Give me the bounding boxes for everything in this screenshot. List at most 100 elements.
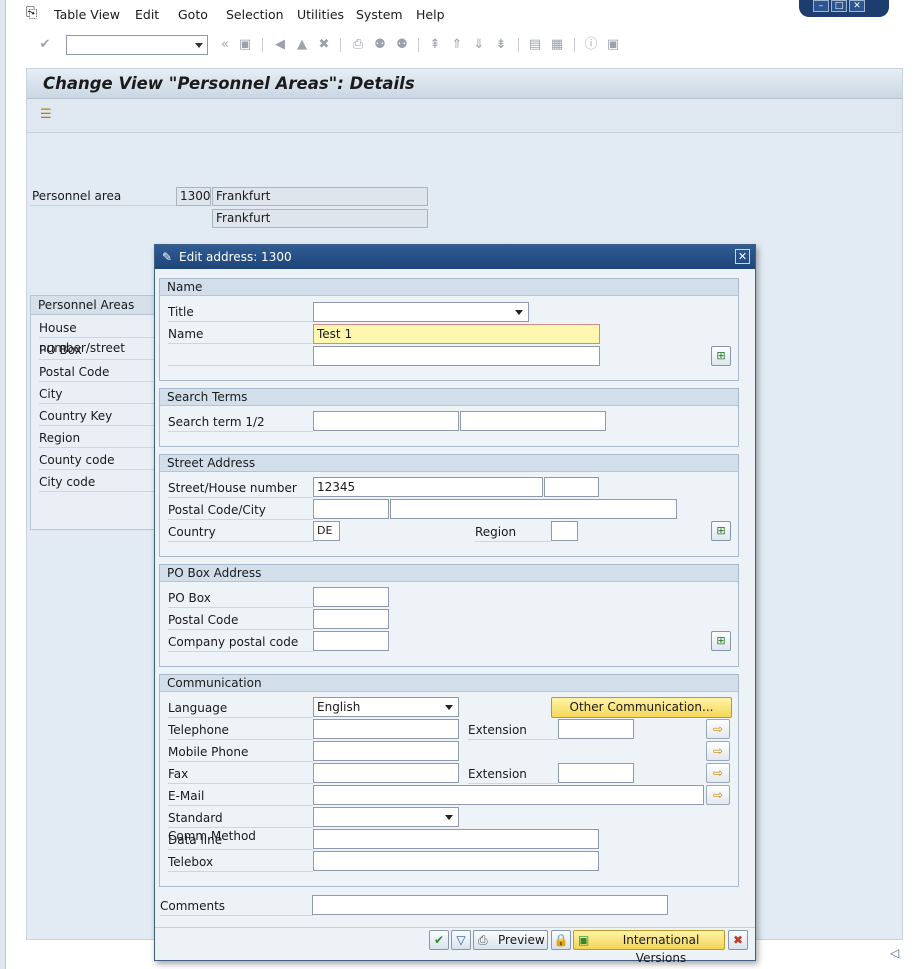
search-terms-group: Search Terms Search term 1/2 <box>159 388 739 447</box>
left-window-strip <box>0 0 6 969</box>
other-communication-button[interactable]: Other Communication... <box>551 697 732 718</box>
print-preview-icon: ⎙ <box>478 933 488 947</box>
region-field[interactable] <box>551 521 578 541</box>
menu-help[interactable]: Help <box>416 7 445 22</box>
company-postal-code-field[interactable] <box>313 631 389 651</box>
enter-check-icon[interactable]: ✔ <box>36 36 54 54</box>
lock-icon[interactable]: 🔒 <box>551 930 571 950</box>
help-icon[interactable]: ⓘ <box>582 36 600 54</box>
language-label: Language <box>168 699 313 718</box>
next-page-icon[interactable]: ⇓ <box>470 36 488 54</box>
telephone-more-icon[interactable]: ⇨ <box>706 719 730 739</box>
po-postal-code-label: Postal Code <box>168 611 313 630</box>
region-label: Region <box>475 523 551 542</box>
telephone-field[interactable] <box>313 719 459 739</box>
telebox-field[interactable] <box>313 851 599 871</box>
menu-icon[interactable]: ⎘ <box>26 5 37 21</box>
language-select[interactable]: English <box>313 697 459 717</box>
mobile-phone-field[interactable] <box>313 741 459 761</box>
name-group-header: Name <box>160 279 738 296</box>
search-term1-field[interactable] <box>313 411 459 431</box>
page-title: Change View "Personnel Areas": Details <box>43 74 415 93</box>
std-comm-method-select[interactable] <box>313 807 459 827</box>
comments-label: Comments <box>160 897 313 916</box>
menu-edit[interactable]: Edit <box>135 7 159 22</box>
menu-system[interactable]: System <box>356 7 403 22</box>
find-next-icon[interactable]: ⚉ <box>393 36 411 54</box>
po-box-label: PO Box <box>168 589 313 608</box>
list-toggle-icon[interactable]: ☰ <box>40 107 52 122</box>
print-icon[interactable]: ⎙ <box>349 36 367 54</box>
pa-row-po-box: PO Box <box>39 340 159 360</box>
preview-button[interactable]: ⎙ Preview <box>473 930 548 950</box>
menu-goto[interactable]: Goto <box>178 7 208 22</box>
confirm-icon[interactable]: ✔ <box>429 930 449 950</box>
search-term-label: Search term 1/2 <box>168 413 313 432</box>
cancel-icon[interactable]: ✖ <box>315 36 333 54</box>
exit-icon[interactable]: ▲ <box>293 36 311 54</box>
personnel-area-code: 1300 <box>176 187 211 206</box>
more-po-box-icon[interactable]: ⊞ <box>711 631 731 651</box>
separator <box>262 38 263 52</box>
separator <box>340 38 341 52</box>
standard-toolbar: ✔ « ▣ ◀ ▲ ✖ ⎙ ⚉ ⚉ ⇞ ⇑ ⇓ ⇟ ▤ ▦ ⓘ ▣ <box>6 30 917 60</box>
menu-utilities[interactable]: Utilities <box>297 7 344 22</box>
check-icon[interactable]: ▽ <box>451 930 471 950</box>
more-names-icon[interactable]: ⊞ <box>711 346 731 366</box>
email-more-icon[interactable]: ⇨ <box>706 785 730 805</box>
first-page-icon[interactable]: ⇞ <box>426 36 444 54</box>
telephone-extension-field[interactable] <box>558 719 634 739</box>
data-line-field[interactable] <box>313 829 599 849</box>
international-versions-button[interactable]: ▣ International Versions <box>573 930 725 965</box>
name2-field[interactable] <box>313 346 600 366</box>
fax-field[interactable] <box>313 763 459 783</box>
menu-table-view[interactable]: Table View <box>54 7 120 22</box>
versions-icon: ▣ <box>578 933 590 947</box>
country-field[interactable]: DE <box>313 521 340 541</box>
name-group: Name Title Name Test 1 ⊞ <box>159 278 739 381</box>
layout-menu-icon[interactable]: ▣ <box>604 36 622 54</box>
po-box-group: PO Box Address PO Box Postal Code Compan… <box>159 564 739 667</box>
name-label: Name <box>168 325 313 344</box>
postal-city-label: Postal Code/City <box>168 501 313 520</box>
save-icon[interactable]: ▣ <box>236 36 254 54</box>
back-icon[interactable]: ◀ <box>271 36 289 54</box>
postal-code-field[interactable] <box>313 499 389 519</box>
title-select[interactable] <box>313 302 529 322</box>
house-number-field[interactable] <box>544 477 599 497</box>
shortcut-icon[interactable]: ▦ <box>548 36 566 54</box>
minimize-icon[interactable]: – <box>813 0 829 12</box>
menu-selection[interactable]: Selection <box>226 7 284 22</box>
street-field[interactable]: 12345 <box>313 477 543 497</box>
search-terms-header: Search Terms <box>160 389 738 406</box>
close-icon[interactable]: ✕ <box>735 249 750 264</box>
comments-field[interactable] <box>312 895 668 915</box>
search-term2-field[interactable] <box>460 411 606 431</box>
po-box-field[interactable] <box>313 587 389 607</box>
mobile-more-icon[interactable]: ⇨ <box>706 741 730 761</box>
command-field[interactable] <box>66 35 208 55</box>
street-address-group: Street Address Street/House number 12345… <box>159 454 739 557</box>
title-label: Title <box>168 303 313 322</box>
email-field[interactable] <box>313 785 704 805</box>
close-window-icon[interactable]: ✕ <box>849 0 865 12</box>
pa-row-city: City <box>39 384 159 404</box>
more-address-icon[interactable]: ⊞ <box>711 521 731 541</box>
fax-extension-field[interactable] <box>558 763 634 783</box>
pa-row-city-code: City code <box>39 472 159 492</box>
po-postal-code-field[interactable] <box>313 609 389 629</box>
street-label: Street/House number <box>168 479 313 498</box>
last-page-icon[interactable]: ⇟ <box>492 36 510 54</box>
previous-page-icon[interactable]: ⇑ <box>448 36 466 54</box>
name-field[interactable]: Test 1 <box>313 324 600 344</box>
preview-label: Preview <box>498 933 545 947</box>
find-icon[interactable]: ⚉ <box>371 36 389 54</box>
fax-more-icon[interactable]: ⇨ <box>706 763 730 783</box>
personnel-areas-header: Personnel Areas <box>31 296 159 315</box>
cancel-icon[interactable]: ✖ <box>728 930 748 950</box>
maximize-icon[interactable]: □ <box>831 0 847 12</box>
scroll-left-icon[interactable]: ◁ <box>890 946 899 960</box>
title-bar: Change View "Personnel Areas": Details <box>27 69 902 99</box>
new-session-icon[interactable]: ▤ <box>526 36 544 54</box>
city-field[interactable] <box>390 499 677 519</box>
